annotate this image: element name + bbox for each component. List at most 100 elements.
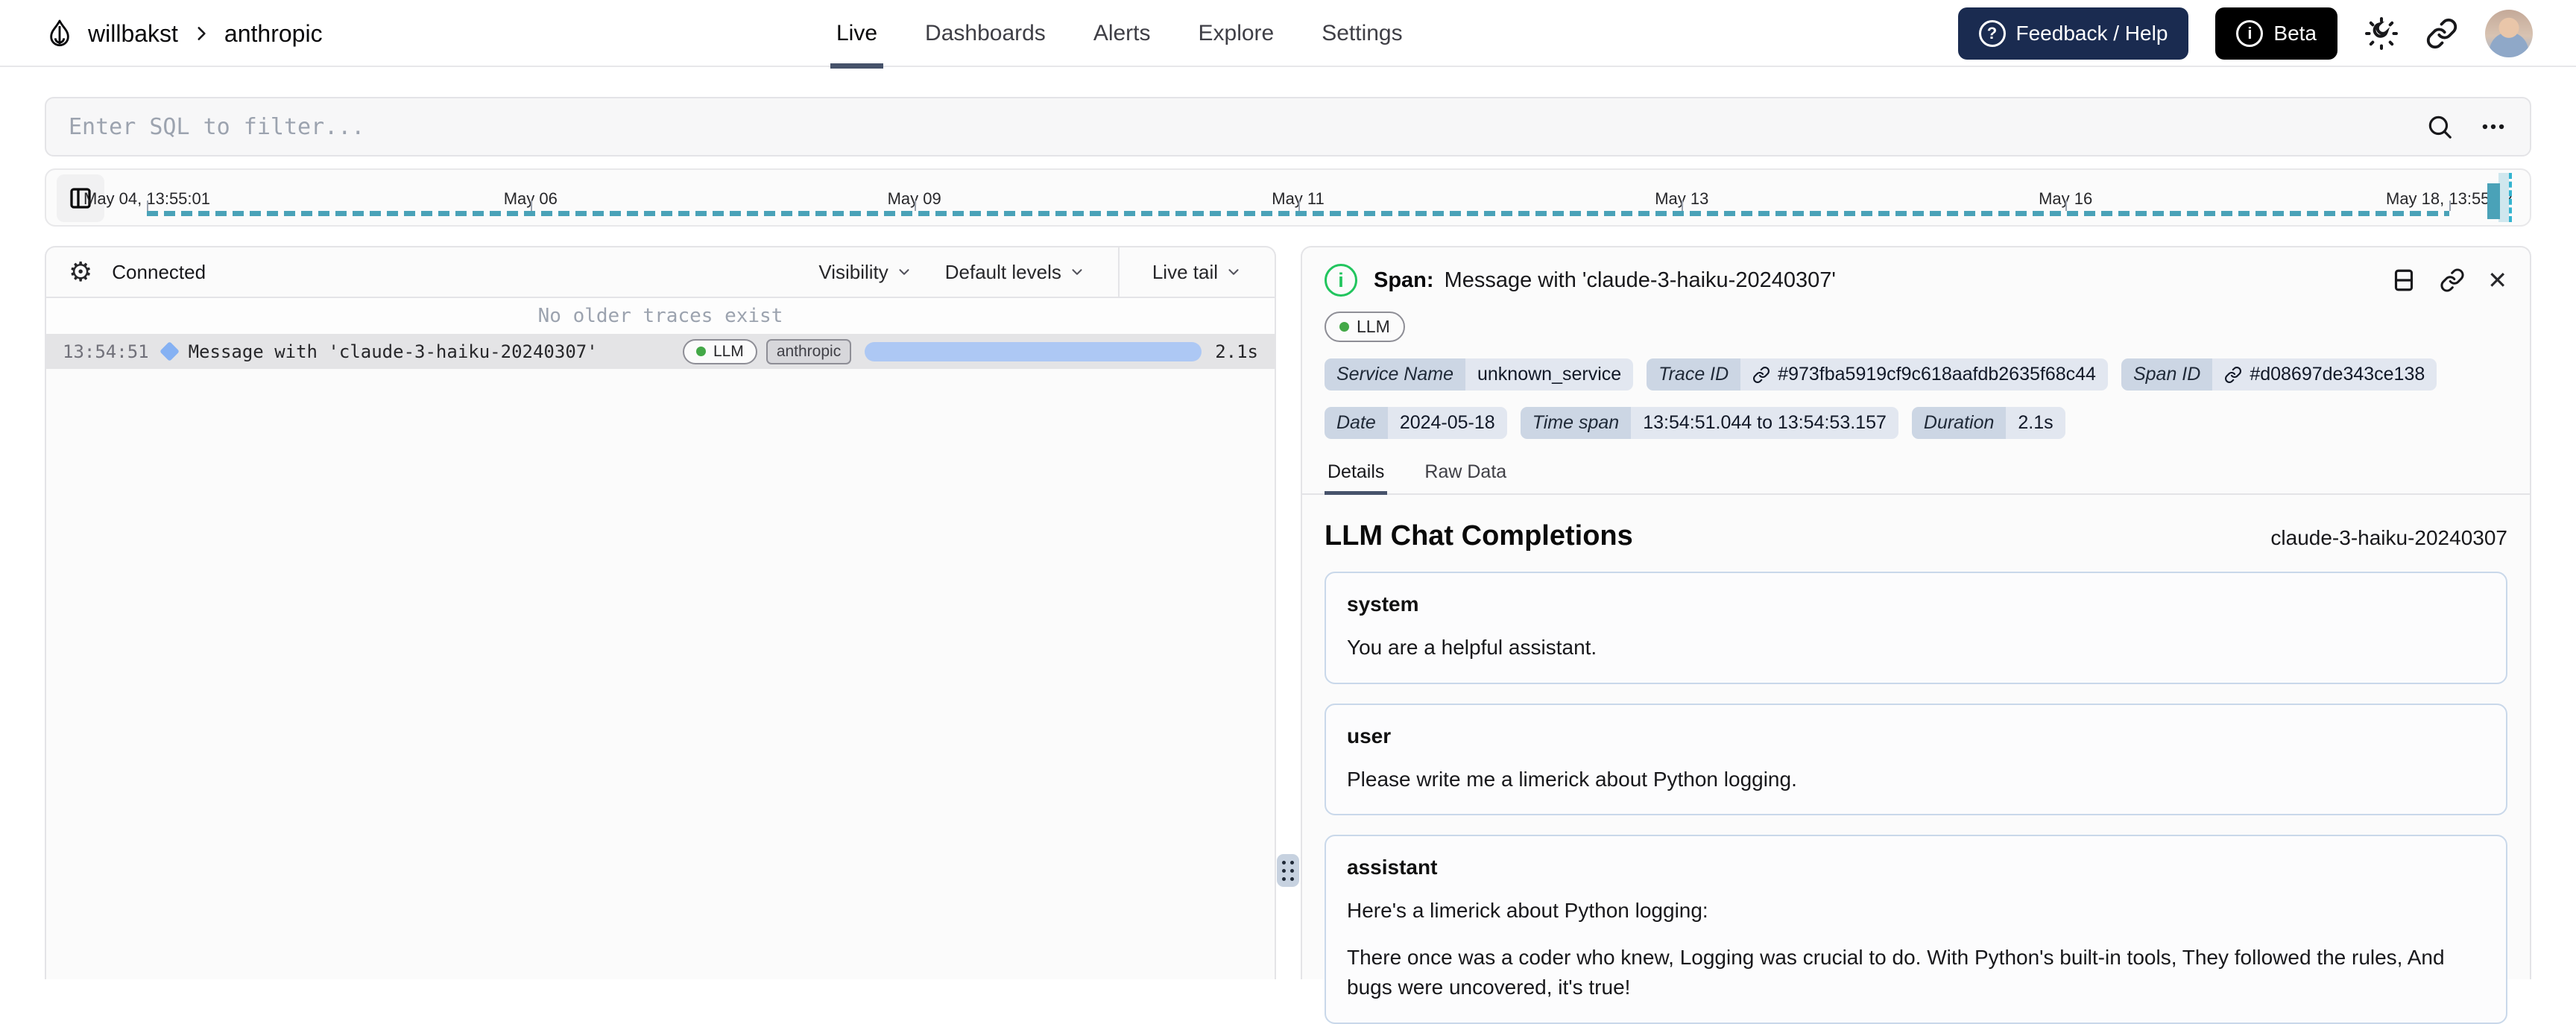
- copy-link-icon[interactable]: [2440, 268, 2465, 293]
- span-title: Message with 'claude-3-haiku-20240307': [1444, 268, 1836, 292]
- attribute-time-span: Time span 13:54:51.044 to 13:54:53.157: [1520, 407, 1898, 439]
- link-icon: [1753, 366, 1770, 383]
- tab-details[interactable]: Details: [1325, 461, 1388, 495]
- trace-tags: LLM anthropic: [682, 338, 852, 364]
- theme-toggle-icon[interactable]: [2364, 16, 2399, 51]
- breadcrumb-org[interactable]: willbakst: [88, 20, 178, 48]
- link-icon: [2225, 366, 2242, 383]
- span-attributes-row-1: Service Name unknown_service Trace ID #9…: [1302, 358, 2530, 391]
- green-dot-icon: [1339, 322, 1349, 332]
- trace-list-panel: ⚙ Connected Visibility Default levels Li…: [45, 246, 1276, 979]
- timeline-tick: [2449, 200, 2451, 211]
- drag-dots-icon: [1282, 860, 1294, 881]
- message-card-assistant: assistant Here's a limerick about Python…: [1325, 835, 2507, 1024]
- attribute-date: Date 2024-05-18: [1325, 407, 1507, 439]
- timeline-tick: [1298, 200, 1300, 211]
- span-diamond-icon: [159, 341, 180, 361]
- span-detail-panel: i Span: Message with 'claude-3-haiku-202…: [1301, 246, 2531, 1024]
- no-older-traces-message: No older traces exist: [46, 298, 1275, 334]
- more-options-icon[interactable]: [2479, 113, 2507, 141]
- live-tail-section: Live tail: [1117, 247, 1275, 297]
- attribute-span-id[interactable]: Span ID #d08697de343ce138: [2121, 358, 2437, 391]
- share-link-icon[interactable]: [2425, 17, 2458, 50]
- message-text: Here's a limerick about Python logging:: [1347, 899, 1708, 923]
- timeline-tick: [2065, 200, 2068, 211]
- timeline-tick: [1682, 200, 1684, 211]
- timeline-histogram[interactable]: May 04, 13:55:01 May 06 May 09 May 11 Ma…: [45, 168, 2531, 227]
- close-icon[interactable]: ✕: [2487, 268, 2507, 292]
- attribute-trace-id[interactable]: Trace ID #973fba5919cf9c618aafdb2635f68c…: [1647, 358, 2108, 391]
- message-role: system: [1347, 592, 1419, 616]
- visibility-dropdown[interactable]: Visibility: [818, 261, 912, 284]
- connection-status: Connected: [112, 260, 206, 283]
- attribute-duration: Duration 2.1s: [1911, 407, 2065, 439]
- header-actions: ? Feedback / Help i Beta: [1957, 0, 2533, 67]
- tab-alerts[interactable]: Alerts: [1093, 0, 1151, 67]
- split-view-icon[interactable]: [2390, 267, 2417, 294]
- span-tags: LLM: [1302, 310, 2530, 342]
- llm-section-header: LLM Chat Completions claude-3-haiku-2024…: [1302, 495, 2530, 552]
- green-dot-icon: [695, 347, 706, 356]
- top-nav-bar: willbakst anthropic Live Dashboards Aler…: [0, 0, 2576, 69]
- message-role: user: [1347, 724, 1392, 748]
- default-levels-dropdown[interactable]: Default levels: [945, 261, 1085, 284]
- beta-button[interactable]: i Beta: [2215, 7, 2337, 60]
- llm-tag[interactable]: LLM: [1325, 312, 1405, 342]
- sql-filter-bar: [45, 97, 2531, 157]
- message-text: There once was a coder who knew, Logging…: [1347, 945, 2445, 999]
- llm-tag[interactable]: LLM: [682, 338, 757, 364]
- chevron-down-icon: [1072, 269, 1082, 275]
- span-label: Span:: [1374, 268, 1434, 292]
- search-icon[interactable]: [2425, 113, 2454, 141]
- chevron-down-icon: [1228, 269, 1239, 275]
- sql-filter-input[interactable]: [69, 113, 2400, 140]
- span-detail-actions: ✕: [2390, 267, 2507, 294]
- attribute-service-name: Service Name unknown_service: [1325, 358, 1634, 391]
- avatar[interactable]: [2485, 10, 2533, 57]
- trace-list-controls: Visibility Default levels Live tail: [818, 247, 1275, 297]
- timeline-tick: [530, 200, 532, 211]
- breadcrumb-chevron-icon: [192, 24, 211, 43]
- trace-list-header: ⚙ Connected Visibility Default levels Li…: [46, 247, 1275, 298]
- live-tail-dropdown[interactable]: Live tail: [1152, 261, 1242, 284]
- tab-live[interactable]: Live: [830, 0, 884, 69]
- timeline-tick: [147, 200, 148, 211]
- chevron-down-icon: [899, 269, 909, 275]
- info-badge-icon: i: [2236, 20, 2264, 47]
- tab-explore[interactable]: Explore: [1199, 0, 1275, 67]
- tab-raw-data[interactable]: Raw Data: [1421, 461, 1509, 493]
- span-detail-tabs: Details Raw Data: [1302, 461, 2530, 495]
- timeline-selection-highlight: [2498, 173, 2509, 222]
- logfire-logo-icon[interactable]: [45, 19, 75, 48]
- span-detail-header: i Span: Message with 'claude-3-haiku-202…: [1302, 247, 2530, 310]
- tab-dashboards[interactable]: Dashboards: [925, 0, 1046, 67]
- trace-title: Message with 'claude-3-haiku-20240307': [188, 341, 598, 362]
- message-card-user: user Please write me a limerick about Py…: [1325, 703, 2507, 816]
- message-text: Please write me a limerick about Python …: [1347, 767, 1797, 791]
- question-circle-icon: ?: [1978, 20, 2006, 47]
- feedback-help-button[interactable]: ? Feedback / Help: [1957, 7, 2189, 60]
- panel-resize-handle[interactable]: [1277, 854, 1299, 887]
- trace-timestamp: 13:54:51: [63, 341, 149, 362]
- section-title: LLM Chat Completions: [1325, 520, 1633, 551]
- timeline-histogram-bar[interactable]: [2487, 183, 2500, 219]
- model-name: claude-3-haiku-20240307: [2270, 526, 2507, 549]
- trace-duration: 2.1s: [1215, 341, 1258, 362]
- breadcrumb-project[interactable]: anthropic: [224, 20, 323, 48]
- gear-icon[interactable]: ⚙: [69, 259, 92, 285]
- message-role: assistant: [1347, 856, 1438, 879]
- timeline-track[interactable]: May 04, 13:55:01 May 06 May 09 May 11 Ma…: [83, 170, 2513, 225]
- timeline-live-cursor: [2509, 173, 2512, 222]
- tab-settings[interactable]: Settings: [1322, 0, 1402, 67]
- message-card-system: system You are a helpful assistant.: [1325, 572, 2507, 684]
- info-circle-icon: i: [1325, 264, 1357, 297]
- anthropic-tag[interactable]: anthropic: [765, 338, 852, 364]
- trace-row[interactable]: 13:54:51 Message with 'claude-3-haiku-20…: [46, 334, 1275, 369]
- breadcrumb: willbakst anthropic: [45, 0, 323, 67]
- trace-duration-bar: [865, 341, 1202, 361]
- span-attributes-row-2: Date 2024-05-18 Time span 13:54:51.044 t…: [1302, 407, 2530, 439]
- timeline-tick: [914, 200, 916, 211]
- timeline-activity-line: [147, 211, 2449, 216]
- main-nav-tabs: Live Dashboards Alerts Explore Settings: [830, 0, 1403, 69]
- message-text: You are a helpful assistant.: [1347, 636, 1597, 659]
